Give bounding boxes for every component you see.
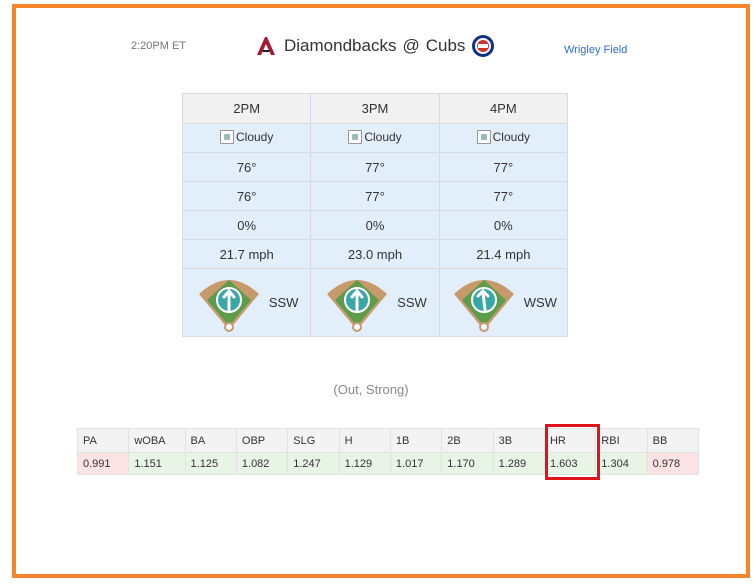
ballpark-wind-icon [453,279,514,332]
game-time: 2:20PM ET [131,40,187,52]
wind-direction-label: SSW [268,295,299,310]
stat-header: PA [76,428,130,453]
wind-summary: (Out, Strong) [333,382,409,397]
stat-header: SLG [287,428,340,453]
broken-image-icon [476,129,491,144]
feels-like-row: 76° 77° 77° [181,181,569,211]
stats-value-row: 0.991 1.151 1.125 1.082 1.247 1.129 1.01… [76,452,700,475]
precip-row: 0% 0% 0% [181,210,569,240]
stat-value: 1.170 [441,452,494,475]
condition: Cloudy [348,129,402,144]
diamondbacks-logo-icon [257,37,275,55]
temperature: 76° [181,152,312,182]
wind-direction-row: SSW SSW WSW [181,268,569,337]
hour-cell: 4PM [438,93,569,124]
stat-value: 0.991 [76,452,130,475]
matchup-separator: @ [402,36,420,55]
condition: Cloudy [476,129,530,144]
stat-header: 1B [389,428,443,453]
wind-speed: 21.7 mph [181,239,312,269]
stat-header: 2B [441,428,494,453]
stat-header: OBP [235,428,289,453]
temperature-row: 76° 77° 77° [181,152,569,182]
wind-direction: WSW [440,272,567,334]
wind-direction-label: WSW [523,295,557,310]
stat-header: BB [646,428,700,453]
stat-value: 1.151 [128,452,186,475]
park-factors-table: PA wOBA BA OBP SLG H 1B 2B 3B HR RBI BB … [76,428,700,475]
stat-value: 1.304 [595,452,648,475]
stat-header: HR [543,428,597,453]
hour-cell: 3PM [310,93,440,124]
wind-direction: SSW [311,272,438,334]
stat-value: 1.603 [543,452,597,475]
stat-header: RBI [595,428,648,453]
wind-speed-row: 21.7 mph 23.0 mph 21.4 mph [181,239,569,269]
screenshot-frame: 2:20PM ET Diamondbacks @ Cubs Wrigley Fi… [12,4,750,578]
stat-value: 1.129 [338,452,391,475]
ballpark-wind-icon [327,279,388,332]
home-team: Cubs [425,36,466,55]
stat-value: 1.082 [235,452,289,475]
hour-cell: 2PM [181,93,312,124]
game-header: 2:20PM ET Diamondbacks @ Cubs Wrigley Fi… [16,8,746,88]
stadium-link[interactable]: Wrigley Field [564,44,627,56]
condition-label: Cloudy [492,129,530,144]
feels-like: 77° [310,181,440,211]
stat-header: BA [184,428,237,453]
stat-value: 1.017 [389,452,443,475]
weather-table: 2PM 3PM 4PM Cloudy Cloudy Cloudy 76° 77°… [181,93,569,337]
stat-header: wOBA [128,428,186,453]
stat-value: 1.247 [287,452,340,475]
wind-speed: 23.0 mph [310,239,440,269]
precipitation: 0% [310,210,440,240]
condition: Cloudy [219,129,274,144]
broken-image-icon [348,129,363,144]
away-team: Diamondbacks [284,36,397,55]
condition-row: Cloudy Cloudy Cloudy [181,123,569,153]
precipitation: 0% [438,210,569,240]
precipitation: 0% [181,210,312,240]
feels-like: 77° [438,181,569,211]
stat-header: H [338,428,391,453]
wind-direction: SSW [183,272,310,334]
condition-label: Cloudy [364,129,402,144]
stat-value: 1.289 [492,452,545,475]
temperature: 77° [438,152,569,182]
cubs-logo-icon [472,35,495,57]
feels-like: 76° [181,181,312,211]
matchup: Diamondbacks @ Cubs [254,34,495,58]
temperature: 77° [310,152,440,182]
condition-label: Cloudy [235,129,274,144]
wind-direction-label: SSW [397,295,427,310]
stat-header: 3B [492,428,545,453]
stats-header-row: PA wOBA BA OBP SLG H 1B 2B 3B HR RBI BB [76,428,700,453]
wind-speed: 21.4 mph [438,239,569,269]
stat-value: 0.978 [646,452,700,475]
ballpark-wind-icon [198,279,259,332]
broken-image-icon [219,129,234,144]
stat-value: 1.125 [184,452,237,475]
hour-row: 2PM 3PM 4PM [181,93,569,124]
